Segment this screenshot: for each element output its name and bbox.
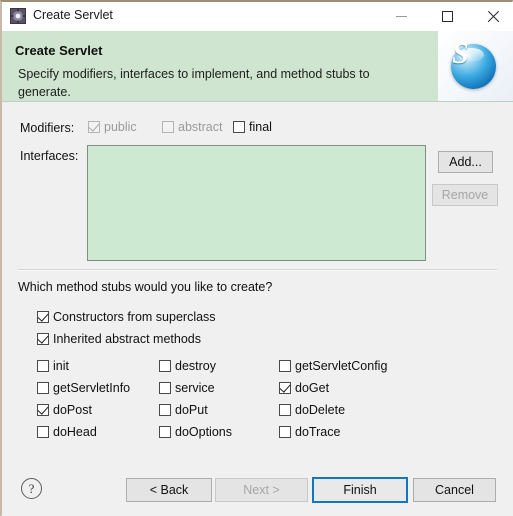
checkbox-label: Constructors from superclass — [53, 310, 216, 324]
checkbox-label: abstract — [178, 120, 223, 134]
create-servlet-dialog: Create Servlet Create Servlet Specify mo… — [0, 0, 513, 516]
checkbox-box[interactable] — [37, 382, 49, 394]
checkbox-constructors-from-superclass[interactable]: Constructors from superclass — [37, 310, 216, 324]
checkbox-label: getServletConfig — [295, 359, 388, 373]
checkbox-box[interactable] — [37, 403, 49, 416]
banner-description: Specify modifiers, interfaces to impleme… — [18, 67, 370, 99]
checkbox-box[interactable] — [37, 426, 49, 438]
method-stubs-question: Which method stubs would you like to cre… — [18, 280, 273, 294]
checkbox-box[interactable] — [37, 360, 49, 372]
maximize-button[interactable] — [425, 2, 470, 30]
checkbox-service[interactable]: service — [159, 381, 215, 395]
checkbox-box[interactable] — [159, 360, 171, 372]
help-icon[interactable]: ? — [21, 478, 42, 499]
checkbox-dopost[interactable]: doPost — [37, 403, 92, 417]
checkbox-dotrace[interactable]: doTrace — [279, 425, 340, 439]
checkbox-label: doPost — [53, 403, 92, 417]
checkbox-box[interactable] — [159, 426, 171, 438]
interfaces-label: Interfaces: — [20, 149, 79, 163]
wizard-banner: Create Servlet Specify modifiers, interf… — [2, 31, 513, 102]
checkbox-doget[interactable]: doGet — [279, 381, 329, 395]
maximize-icon — [442, 10, 453, 22]
checkbox-box[interactable] — [159, 404, 171, 416]
checkbox-dooptions[interactable]: doOptions — [159, 425, 232, 439]
checkbox-label: doDelete — [295, 403, 346, 417]
checkbox-label: doTrace — [295, 425, 341, 439]
modifiers-label: Modifiers: — [20, 121, 75, 135]
checkbox-box[interactable] — [279, 426, 291, 438]
checkbox-dodelete[interactable]: doDelete — [279, 403, 345, 417]
gear-icon — [10, 8, 26, 24]
back-button[interactable]: < Back — [126, 478, 212, 502]
checkbox-label: Inherited abstract methods — [53, 332, 201, 346]
title-bar: Create Servlet — [2, 2, 513, 32]
checkbox-inherited-abstract-methods[interactable]: Inherited abstract methods — [37, 332, 201, 346]
checkbox-box[interactable] — [159, 382, 171, 394]
checkbox-label: doOptions — [175, 425, 232, 439]
checkbox-box — [88, 120, 100, 133]
checkbox-final[interactable]: final — [233, 120, 272, 134]
checkbox-public: public — [88, 120, 137, 134]
checkbox-label: getServletInfo — [53, 381, 131, 395]
checkbox-label: public — [104, 120, 137, 134]
cancel-button[interactable]: Cancel — [413, 478, 496, 502]
section-divider — [18, 269, 497, 271]
checkbox-destroy[interactable]: destroy — [159, 359, 216, 373]
checkbox-box[interactable] — [279, 381, 291, 394]
checkbox-box[interactable] — [233, 121, 245, 133]
checkbox-box[interactable] — [279, 404, 291, 416]
checkbox-label: doGet — [295, 381, 330, 395]
finish-button[interactable]: Finish — [312, 477, 408, 503]
next-button: Next > — [215, 478, 308, 502]
checkbox-doput[interactable]: doPut — [159, 403, 208, 417]
add-interface-button[interactable]: Add... — [438, 151, 493, 173]
checkbox-dohead[interactable]: doHead — [37, 425, 97, 439]
minimize-button[interactable] — [379, 2, 424, 30]
remove-interface-button: Remove — [432, 184, 498, 206]
checkbox-label: destroy — [175, 359, 216, 373]
checkbox-getservletconfig[interactable]: getServletConfig — [279, 359, 387, 373]
checkbox-init[interactable]: init — [37, 359, 69, 373]
checkbox-label: final — [249, 120, 272, 134]
logo-letter: S — [452, 36, 469, 70]
checkbox-label: init — [53, 359, 69, 373]
checkbox-abstract: abstract — [162, 120, 222, 134]
checkbox-getservletinfo[interactable]: getServletInfo — [37, 381, 130, 395]
banner-title: Create Servlet — [15, 43, 103, 58]
dialog-body: Modifiers: public abstract final Interfa… — [2, 102, 513, 462]
minimize-icon — [396, 15, 407, 17]
checkbox-box[interactable] — [37, 310, 49, 323]
checkbox-label: service — [175, 381, 215, 395]
checkbox-box[interactable] — [37, 332, 49, 345]
checkbox-label: doPut — [175, 403, 208, 417]
close-button[interactable] — [470, 2, 513, 30]
interfaces-list[interactable] — [87, 145, 426, 261]
banner-logo: S — [438, 31, 513, 101]
close-icon — [486, 10, 499, 23]
checkbox-box[interactable] — [279, 360, 291, 372]
window-title: Create Servlet — [33, 8, 113, 22]
checkbox-box — [162, 121, 174, 133]
checkbox-label: doHead — [53, 425, 97, 439]
